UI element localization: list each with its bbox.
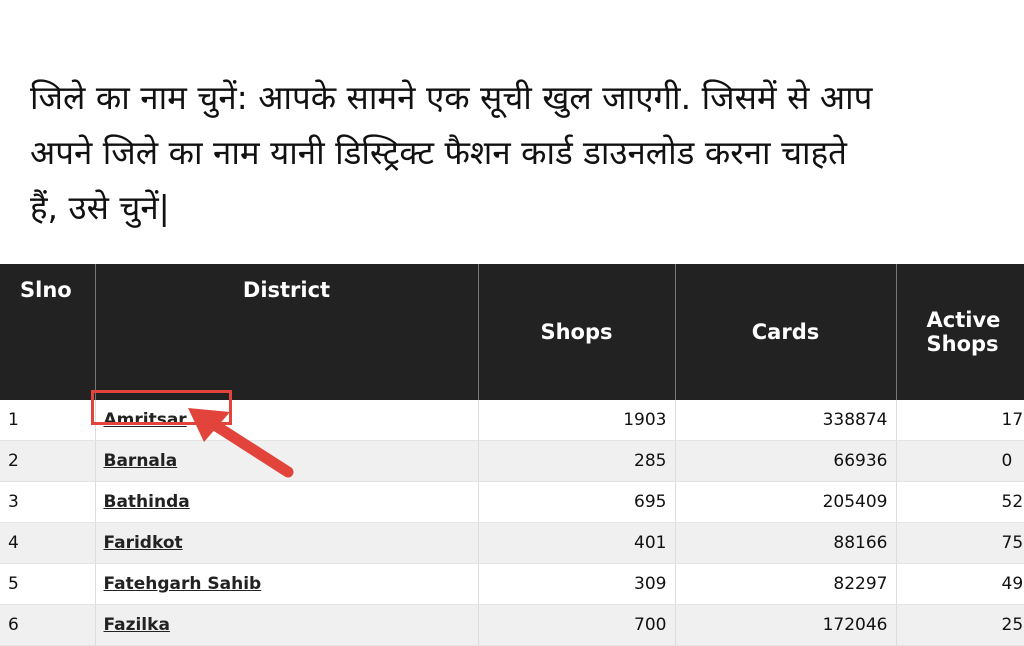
header-district[interactable]: District <box>95 264 479 400</box>
cell-shops: 401 <box>478 522 676 564</box>
district-link[interactable]: Fazilka <box>104 615 170 635</box>
table-row: 4 Faridkot 401 88166 75 <box>0 522 1024 564</box>
district-link[interactable]: Fatehgarh Sahib <box>104 574 262 594</box>
table-row: 2 Barnala 285 66936 0 <box>0 440 1024 482</box>
cell-district: Faridkot <box>95 522 479 564</box>
cell-cards: 82297 <box>675 563 897 605</box>
cell-shops: 309 <box>478 563 676 605</box>
header-cards[interactable]: Cards <box>675 264 897 400</box>
district-link[interactable]: Faridkot <box>104 533 183 553</box>
cell-slno: 2 <box>0 440 96 482</box>
table-header-row: Slno District Shops Cards Active Shops <box>0 264 1024 400</box>
header-slno[interactable]: Slno <box>0 264 96 400</box>
cell-active-shops: 0 <box>896 440 1024 482</box>
arrow-pointer-icon <box>188 408 294 478</box>
cell-cards: 205409 <box>675 481 897 523</box>
cell-active-shops: 75 <box>896 522 1024 564</box>
cell-active-shops: 49 <box>896 563 1024 605</box>
cell-slno: 1 <box>0 400 96 441</box>
cell-shops: 1903 <box>478 400 676 441</box>
district-link[interactable]: Bathinda <box>104 492 190 512</box>
cell-active-shops: 173 <box>896 400 1024 441</box>
cell-slno: 3 <box>0 481 96 523</box>
instruction-line: अपने जिले का नाम यानी डिस्ट्रिक्ट फैशन क… <box>30 133 847 172</box>
cell-cards: 172046 <box>675 604 897 646</box>
header-shops[interactable]: Shops <box>478 264 676 400</box>
instruction-line: जिले का नाम चुनें: आपके सामने एक सूची खु… <box>30 78 873 117</box>
cell-shops: 700 <box>478 604 676 646</box>
cell-cards: 338874 <box>675 400 897 441</box>
cell-shops: 285 <box>478 440 676 482</box>
cell-slno: 5 <box>0 563 96 605</box>
table-row: 6 Fazilka 700 172046 25 <box>0 604 1024 646</box>
table-row: 5 Fatehgarh Sahib 309 82297 49 <box>0 563 1024 605</box>
instruction-text: जिले का नाम चुनें: आपके सामने एक सूची खु… <box>30 70 1020 235</box>
district-link[interactable]: Barnala <box>104 451 178 471</box>
instruction-line: हैं, उसे चुनें| <box>30 188 170 227</box>
cell-cards: 88166 <box>675 522 897 564</box>
cell-slno: 6 <box>0 604 96 646</box>
cell-district: Fatehgarh Sahib <box>95 563 479 605</box>
cell-active-shops: 52 <box>896 481 1024 523</box>
cell-cards: 66936 <box>675 440 897 482</box>
table-row: 3 Bathinda 695 205409 52 <box>0 481 1024 523</box>
header-active-shops[interactable]: Active Shops <box>896 264 1024 400</box>
cell-shops: 695 <box>478 481 676 523</box>
cell-district: Fazilka <box>95 604 479 646</box>
cell-slno: 4 <box>0 522 96 564</box>
district-table: Slno District Shops Cards Active Shops 1… <box>0 264 1024 646</box>
cell-active-shops: 25 <box>896 604 1024 646</box>
